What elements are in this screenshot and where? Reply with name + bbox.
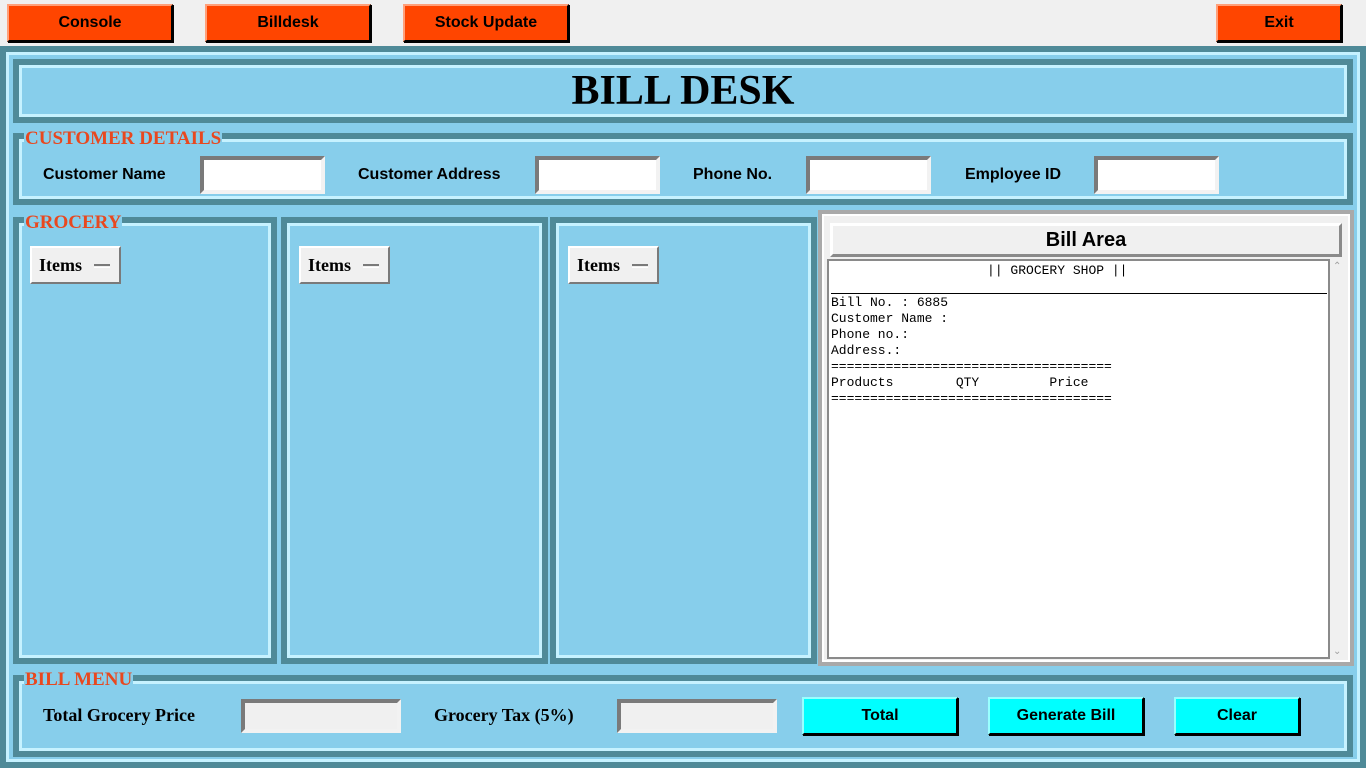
- customer-address-label: Customer Address: [358, 166, 501, 183]
- grocery-column-2: [281, 217, 548, 664]
- items-menu-3[interactable]: Items: [568, 246, 659, 284]
- customer-name-field[interactable]: [200, 156, 325, 194]
- title-frame: BILL DESK: [13, 59, 1353, 123]
- scroll-up-icon[interactable]: ⌃: [1333, 261, 1341, 272]
- bill-divider: [831, 293, 1327, 294]
- items-menu-1[interactable]: Items: [30, 246, 121, 284]
- generate-bill-button[interactable]: Generate Bill: [988, 697, 1144, 735]
- customer-name-label: Customer Name: [43, 166, 166, 183]
- exit-button[interactable]: Exit: [1216, 4, 1342, 42]
- total-price-field[interactable]: [241, 699, 401, 733]
- items-menu-label: Items: [39, 254, 82, 275]
- grocery-column-3: [550, 217, 817, 664]
- bill-text-area[interactable]: || GROCERY SHOP || Bill No. : 6885 Custo…: [827, 259, 1330, 659]
- grocery-tax-label: Grocery Tax (5%): [434, 705, 574, 725]
- customer-address-field[interactable]: [535, 156, 660, 194]
- grocery-column-1: [13, 217, 277, 664]
- dropdown-indicator-icon: [94, 264, 110, 268]
- employee-id-label: Employee ID: [965, 166, 1062, 183]
- grocery-label: GROCERY: [24, 212, 123, 233]
- total-button[interactable]: Total: [802, 697, 958, 735]
- billdesk-button[interactable]: Billdesk: [205, 4, 371, 42]
- console-button[interactable]: Console: [7, 4, 173, 42]
- page-title: BILL DESK: [571, 68, 795, 114]
- employee-id-field[interactable]: [1094, 156, 1219, 194]
- stock-update-button[interactable]: Stock Update: [403, 4, 569, 42]
- scroll-down-icon[interactable]: ⌄: [1333, 646, 1341, 657]
- items-menu-label: Items: [577, 254, 620, 275]
- dropdown-indicator-icon: [632, 264, 648, 268]
- bill-text: || GROCERY SHOP || Bill No. : 6885 Custo…: [831, 263, 1128, 406]
- bill-area-header: Bill Area: [830, 223, 1342, 257]
- clear-button[interactable]: Clear: [1174, 697, 1300, 735]
- phone-label: Phone No.: [693, 166, 773, 183]
- grocery-tax-field[interactable]: [617, 699, 777, 733]
- items-menu-label: Items: [308, 254, 351, 275]
- dropdown-indicator-icon: [363, 264, 379, 268]
- bill-scrollbar[interactable]: ⌃ ⌄: [1330, 259, 1346, 659]
- items-menu-2[interactable]: Items: [299, 246, 390, 284]
- bill-menu-label: BILL MENU: [24, 669, 134, 690]
- phone-field[interactable]: [806, 156, 931, 194]
- customer-details-label: CUSTOMER DETAILS: [24, 128, 223, 149]
- total-price-label: Total Grocery Price: [43, 705, 195, 725]
